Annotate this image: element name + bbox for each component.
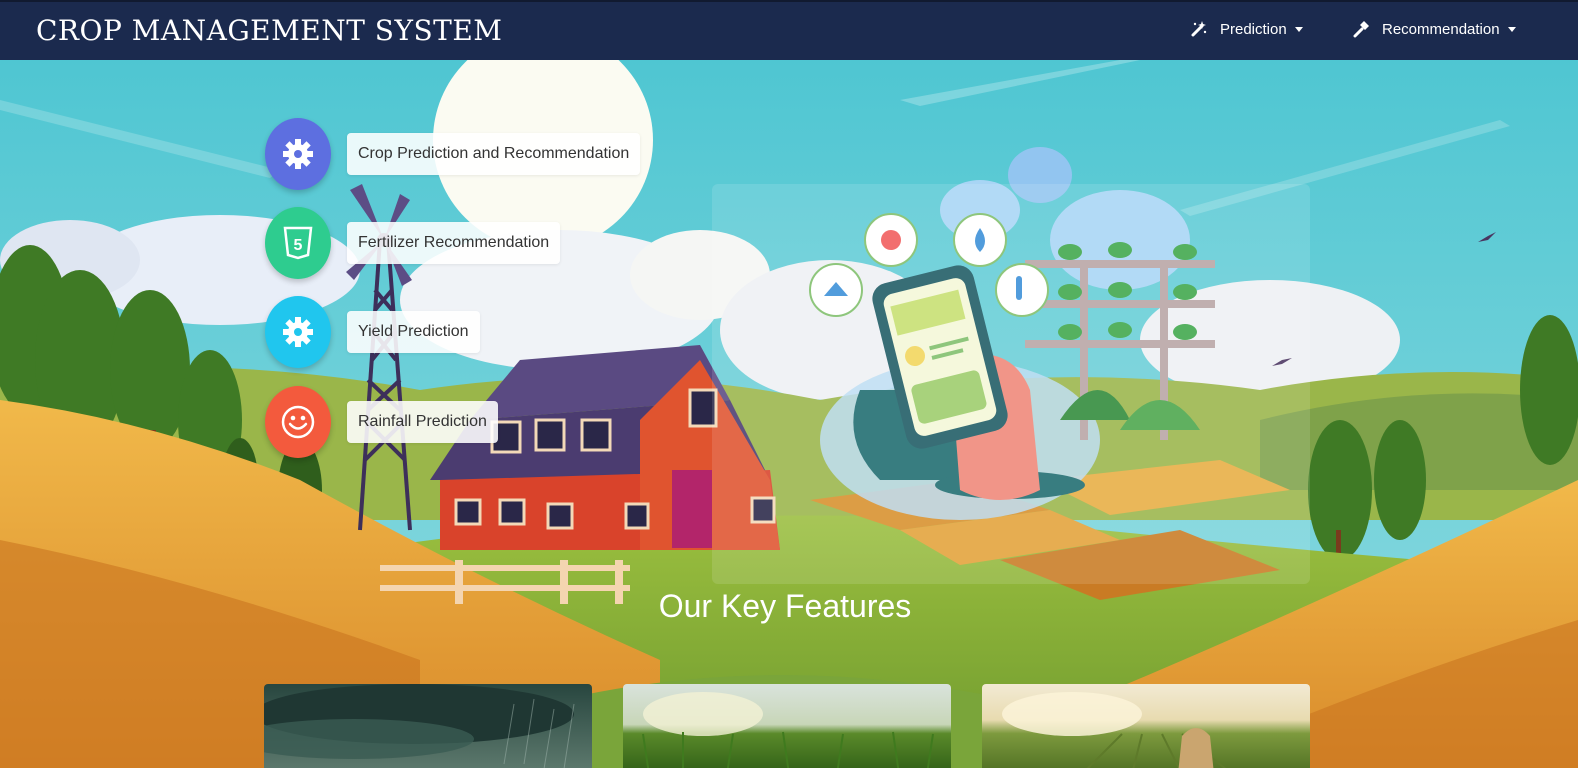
feature-card-storm[interactable] bbox=[264, 684, 592, 768]
smile-icon bbox=[281, 405, 315, 439]
nav-recommendation-label: Recommendation bbox=[1382, 20, 1500, 38]
html5-icon: 5 bbox=[283, 226, 313, 260]
feature-label[interactable]: Crop Prediction and Recommendation bbox=[347, 133, 641, 175]
gear-icon bbox=[283, 139, 313, 169]
feature-card-fertilizer-field[interactable] bbox=[982, 684, 1310, 768]
brand-title[interactable]: CROP MANAGEMENT SYSTEM bbox=[36, 14, 502, 47]
chevron-down-icon bbox=[1294, 26, 1303, 32]
gear-icon bbox=[283, 317, 313, 347]
storm-image bbox=[264, 684, 592, 768]
feature-rainfall-prediction[interactable]: Rainfall Prediction bbox=[265, 386, 498, 458]
feature-fertilizer-recommendation[interactable]: 5 Fertilizer Recommendation bbox=[265, 207, 561, 279]
phone-illustration-panel bbox=[712, 184, 1310, 584]
nav-prediction-label: Prediction bbox=[1220, 20, 1287, 38]
magic-wand-icon bbox=[1191, 21, 1207, 37]
cornfield-image bbox=[623, 684, 951, 768]
feature-icon-circle: 5 bbox=[265, 207, 331, 279]
svg-text:5: 5 bbox=[294, 237, 303, 254]
section-heading: Our Key Features bbox=[0, 588, 1578, 625]
fertilizer-field-image bbox=[982, 684, 1310, 768]
feature-yield-prediction[interactable]: Yield Prediction bbox=[265, 296, 480, 368]
nav-prediction-dropdown[interactable]: Prediction bbox=[1190, 20, 1303, 38]
hammer-icon bbox=[1353, 21, 1369, 38]
hero-farm-illustration bbox=[0, 60, 1578, 768]
feature-icon-circle bbox=[265, 386, 331, 458]
feature-icon-circle bbox=[265, 296, 331, 368]
feature-icon-circle bbox=[265, 118, 331, 190]
chevron-down-icon bbox=[1507, 26, 1516, 32]
feature-card-cornfield[interactable] bbox=[623, 684, 951, 768]
feature-label[interactable]: Rainfall Prediction bbox=[347, 401, 498, 443]
navbar: CROP MANAGEMENT SYSTEM Prediction Recomm… bbox=[0, 0, 1578, 60]
feature-label[interactable]: Yield Prediction bbox=[347, 311, 480, 353]
nav-recommendation-dropdown[interactable]: Recommendation bbox=[1352, 20, 1516, 38]
feature-crop-prediction[interactable]: Crop Prediction and Recommendation bbox=[265, 118, 641, 190]
feature-label[interactable]: Fertilizer Recommendation bbox=[347, 222, 561, 264]
section-heading-text: Our Key Features bbox=[658, 588, 912, 624]
